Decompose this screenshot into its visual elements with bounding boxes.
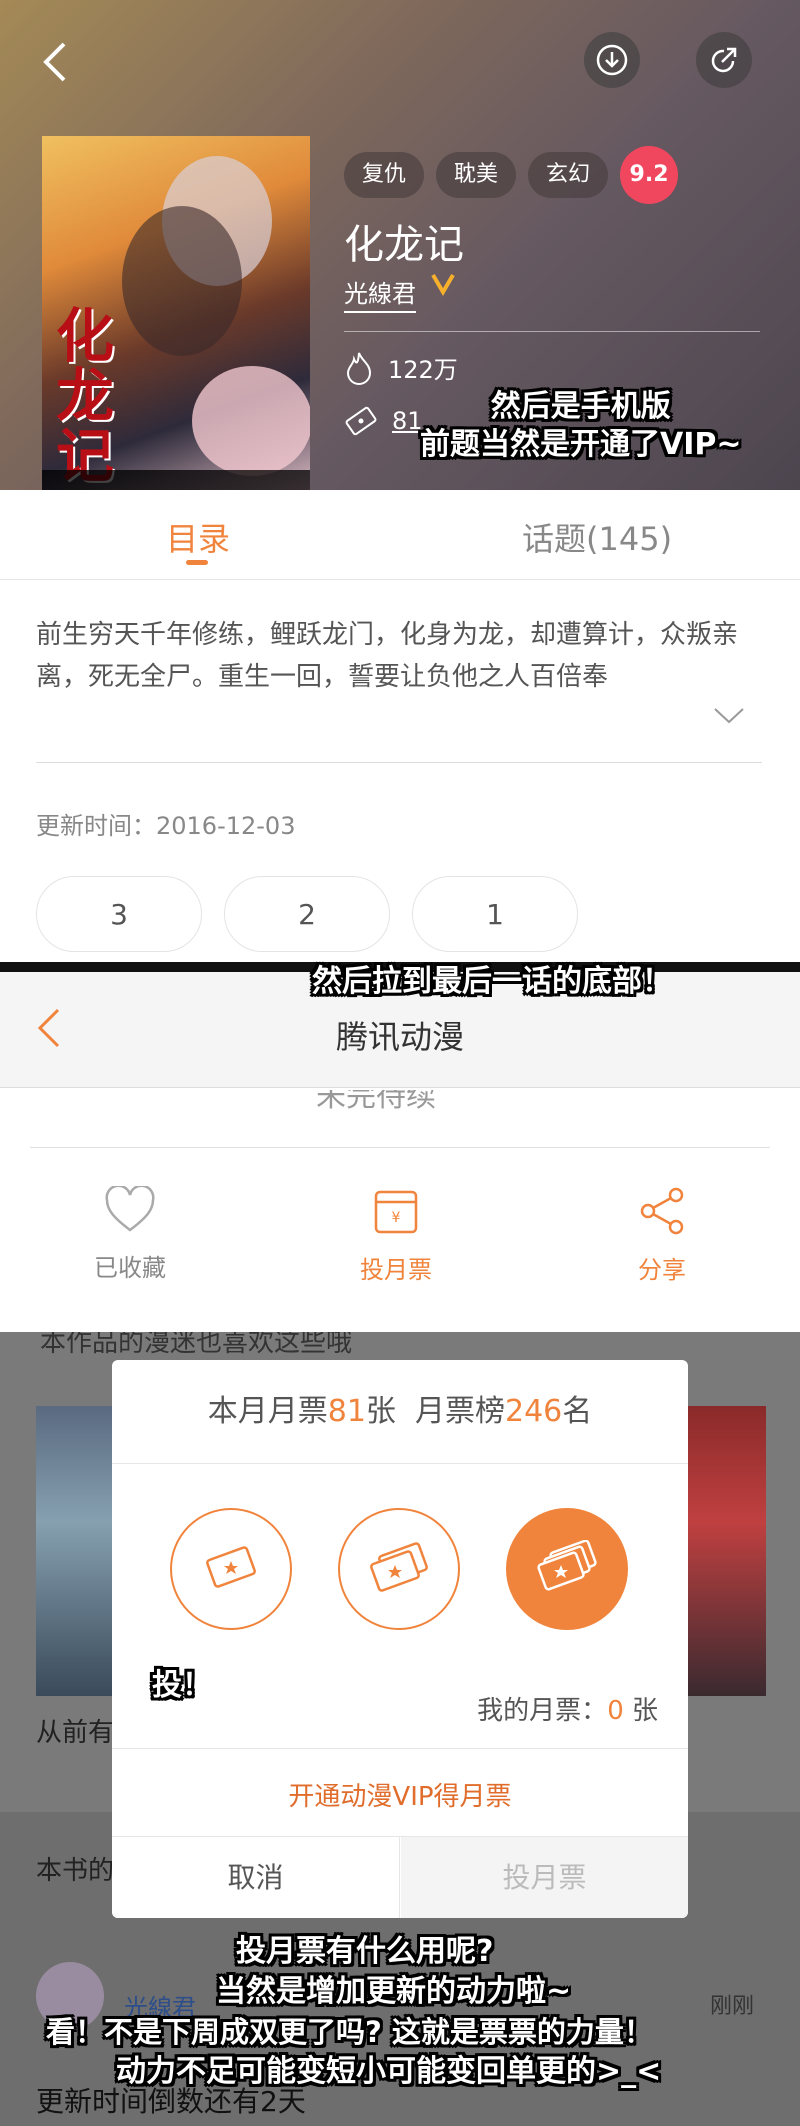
popularity-value: 122万 xyxy=(388,356,458,384)
episode-list: 3 2 1 xyxy=(36,876,578,952)
detail-tabs: 目录 话题(145) xyxy=(0,490,800,580)
comment-caption: 然后拉到最后一话的底部！ xyxy=(312,964,672,999)
hero-divider xyxy=(344,331,760,332)
ticket-icon xyxy=(206,1546,256,1588)
episode-button[interactable]: 1 xyxy=(412,876,578,952)
ticket-option-2[interactable] xyxy=(338,1508,460,1630)
comment-time: 刚刚 xyxy=(710,1994,755,2019)
recommend-thumbnail[interactable] xyxy=(36,1406,116,1696)
monthly-count: 81 xyxy=(327,1394,366,1429)
triple-ticket-icon xyxy=(537,1540,597,1591)
reader-bottom-panel: 腾讯动漫 未完待续 已收藏 ¥ 投月票 分享 xyxy=(0,972,800,1332)
caption-line: 看！不是下周成双更了吗? 这就是票票的力量！ xyxy=(46,2015,653,2049)
expand-chevron-icon[interactable] xyxy=(712,706,746,726)
tab-directory[interactable]: 目录 xyxy=(166,514,230,560)
share-label: 分享 xyxy=(638,1256,686,1284)
caption-line: 前题当然是开通了VIP~ xyxy=(420,427,742,462)
ticket-value[interactable]: 81 xyxy=(392,407,423,435)
cover-credits-bar xyxy=(42,470,310,490)
favorite-button[interactable]: 已收藏 xyxy=(50,1184,210,1283)
rank-number: 246 xyxy=(505,1394,563,1429)
end-text: 未完待续 xyxy=(316,1090,436,1114)
favorite-label: 已收藏 xyxy=(94,1254,166,1282)
recommend-title: 从前有 xyxy=(36,1718,115,1748)
vip-subscribe-link[interactable]: 开通动漫VIP得月票 xyxy=(112,1776,688,1813)
comment-caption: 投月票有什么用呢? 当然是增加更新的动力啦~ 看！不是下周成双更了吗? 这就是票… xyxy=(46,1932,661,2092)
download-icon xyxy=(596,44,628,76)
episode-button[interactable]: 3 xyxy=(36,876,202,952)
fire-icon xyxy=(346,352,372,385)
ticket-icon xyxy=(345,406,377,436)
tag-item[interactable]: 耽美 xyxy=(436,152,517,198)
tag-item[interactable]: 复仇 xyxy=(344,152,425,198)
comic-detail-panel: 化龙记 复仇 耽美 玄幻 9.2 化龙记 光線君 122万 81 目录 话题(1… xyxy=(0,0,800,960)
cover-title: 化龙记 xyxy=(56,302,115,490)
caption-line: 投月票有什么用呢? xyxy=(236,1934,494,1969)
share-arrow-icon xyxy=(711,47,737,73)
vip-badge-icon xyxy=(431,273,455,296)
episode-button[interactable]: 2 xyxy=(224,876,390,952)
author-link[interactable]: 光線君 xyxy=(344,274,416,313)
cancel-button[interactable]: 取消 xyxy=(112,1837,400,1918)
recommend-heading: 本作品的漫迷也喜欢这些哦 xyxy=(40,1332,353,1358)
comic-title: 化龙记 xyxy=(344,222,464,268)
ticket-option-1[interactable] xyxy=(170,1508,292,1630)
my-tickets-suffix: 张 xyxy=(623,1696,658,1726)
divider xyxy=(112,1748,688,1749)
my-tickets-count: 0 xyxy=(607,1696,624,1726)
cover-figure xyxy=(122,206,242,356)
comic-cover[interactable]: 化龙记 xyxy=(42,136,310,490)
score-badge: 9.2 xyxy=(620,146,679,204)
caption-line: 当然是增加更新的动力啦~ xyxy=(216,1974,572,2009)
recommend-thumbnail[interactable] xyxy=(686,1406,766,1696)
ticket-stat: 81 xyxy=(344,404,423,438)
active-tab-indicator xyxy=(186,560,208,565)
back-icon[interactable] xyxy=(38,38,74,86)
my-tickets-prefix: 我的月票： xyxy=(477,1696,608,1726)
heart-icon xyxy=(105,1184,155,1232)
comic-description: 前生穷天千年修练，鲤跃龙门，化身为龙，却遭算计，众叛亲离，死无全尸。重生一回，誓… xyxy=(36,620,739,692)
monthly-ticket-dialog: 本月月票81张 月票榜246名 我的月票：0 张 开通动漫VIP得月票 取消 投… xyxy=(112,1360,688,1918)
comment-caption: 投！ xyxy=(152,1668,212,1703)
update-time: 更新时间：2016-12-03 xyxy=(36,812,296,840)
confirm-vote-button[interactable]: 投月票 xyxy=(401,1837,688,1918)
nav-title: 腾讯动漫 xyxy=(335,1018,464,1056)
vote-label: 投月票 xyxy=(360,1256,432,1284)
vote-ticket-button[interactable]: ¥ 投月票 xyxy=(316,1186,476,1285)
cover-blossom xyxy=(192,366,310,476)
ticket-option-3[interactable] xyxy=(506,1508,628,1630)
header-mid: 张 月票榜 xyxy=(365,1394,505,1429)
dialog-header: 本月月票81张 月票榜246名 xyxy=(112,1360,688,1464)
header-suffix: 名 xyxy=(562,1394,593,1429)
download-button[interactable] xyxy=(584,32,640,88)
tag-item[interactable]: 玄幻 xyxy=(528,152,609,198)
share-button[interactable]: 分享 xyxy=(582,1186,742,1285)
ticket-box-icon: ¥ xyxy=(374,1190,418,1234)
divider xyxy=(30,1147,770,1148)
comment-section-title: 本书的 xyxy=(36,1856,115,1886)
my-tickets: 我的月票：0 张 xyxy=(477,1690,658,1727)
tab-topics[interactable]: 话题(145) xyxy=(522,514,672,560)
share-icon xyxy=(640,1187,684,1235)
comment-caption: 然后是手机版 前题当然是开通了VIP~ xyxy=(420,388,742,464)
popularity-stat: 122万 xyxy=(344,350,458,385)
header-prefix: 本月月票 xyxy=(207,1394,328,1429)
double-ticket-icon xyxy=(370,1542,428,1592)
caption-line: 然后是手机版 xyxy=(490,389,671,424)
tag-list: 复仇 耽美 玄幻 9.2 xyxy=(344,146,679,204)
share-top-button[interactable] xyxy=(696,32,752,88)
divider xyxy=(36,762,762,763)
caption-line: 动力不足可能变短小可能变回单更的>_< xyxy=(116,2054,662,2089)
svg-text:¥: ¥ xyxy=(392,1210,401,1226)
